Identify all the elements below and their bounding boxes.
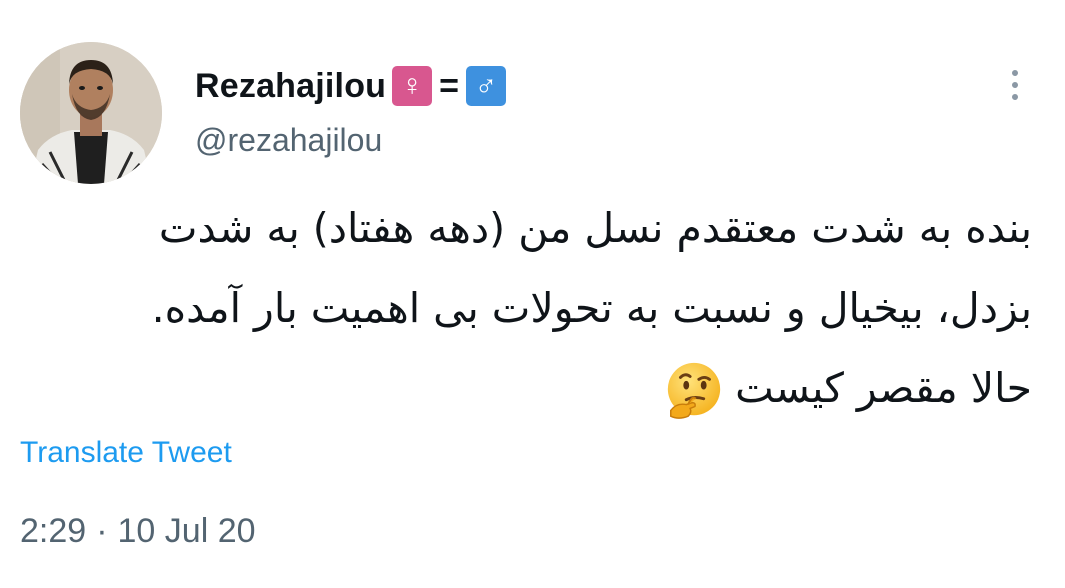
male-sign-icon: ♂ — [466, 66, 506, 106]
more-options-button[interactable] — [996, 60, 1034, 110]
timestamp-date[interactable]: 10 Jul 20 — [118, 512, 256, 550]
tweet-line: بنده به شدت معتقدم نسل من (دهه هفتاد) به… — [158, 204, 1032, 252]
avatar[interactable] — [20, 42, 162, 184]
display-name-row[interactable]: Rezahajilou ♀ = ♂ — [195, 64, 506, 108]
tweet-timestamp[interactable]: 2:29 · 10 Jul 20 — [20, 512, 256, 551]
tweet-line: حالا مقصر کیست — [735, 364, 1032, 412]
translate-tweet-link[interactable]: Translate Tweet — [20, 436, 232, 470]
display-name[interactable]: Rezahajilou — [195, 67, 386, 106]
tweet-text: بنده به شدت معتقدم نسل من (دهه هفتاد) به… — [22, 188, 1032, 428]
tweet-card: Rezahajilou ♀ = ♂ @rezahajilou بنده به ش… — [0, 0, 1065, 588]
female-sign-icon: ♀ — [392, 66, 433, 106]
more-dot — [1012, 82, 1018, 88]
more-dot — [1012, 94, 1018, 100]
user-handle[interactable]: @rezahajilou — [195, 122, 382, 159]
timestamp-time[interactable]: 2:29 — [20, 512, 86, 550]
timestamp-separator: · — [96, 512, 108, 550]
tweet-line-with-emoji: حالا مقصر کیست — [22, 348, 1032, 428]
thinking-face-icon — [667, 362, 721, 419]
tweet-line: بزدل، بیخیال و نسبت به تحولات بی اهمیت ب… — [151, 284, 1032, 332]
more-vertical-icon — [1012, 70, 1018, 76]
profile-photo — [20, 42, 162, 184]
equals-sign: = — [439, 66, 459, 105]
